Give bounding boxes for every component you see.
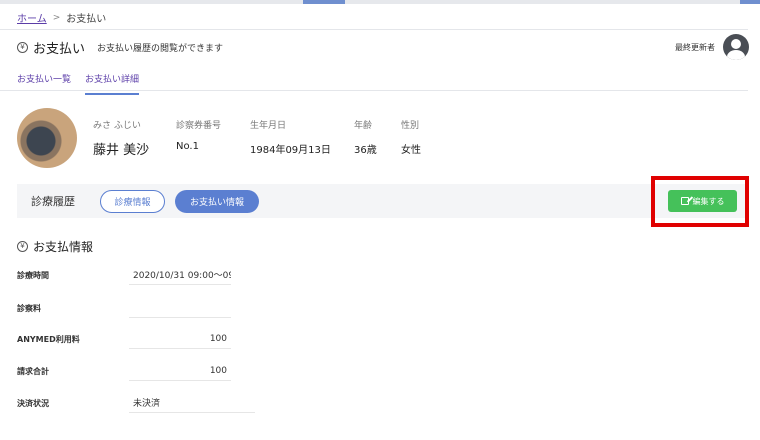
patient-name: 藤井 美沙	[93, 143, 150, 158]
field-label-time: 診療時間	[17, 270, 49, 280]
breadcrumb-current: お支払い	[66, 14, 107, 25]
tab-payment-info[interactable]: お支払い情報	[175, 190, 259, 213]
breadcrumb: ホーム > お支払い	[17, 10, 107, 26]
tabs: お支払い一覧 お支払い詳細	[17, 72, 140, 95]
age-label: 年齢	[354, 121, 373, 131]
field-row-total: 請求合計 100	[17, 361, 231, 381]
header-divider	[0, 29, 748, 30]
tab-medical-info[interactable]: 診療情報	[100, 190, 165, 213]
page-title: お支払い	[33, 42, 86, 57]
field-row-settlement: 決済状況 未決済	[17, 393, 255, 413]
birthdate-label: 生年月日	[250, 121, 287, 131]
field-value-settlement[interactable]: 未決済	[129, 393, 255, 413]
tab-payment-detail[interactable]: お支払い詳細	[85, 72, 140, 95]
top-bar	[0, 0, 760, 4]
tabs-divider	[0, 90, 748, 91]
breadcrumb-home-link[interactable]: ホーム	[17, 10, 47, 25]
patient-name-column: みさ ふじい 藤井 美沙	[93, 118, 176, 158]
field-label-total: 請求合計	[17, 366, 49, 376]
gender-column: 性別 女性	[401, 118, 441, 158]
history-title: 診療履歴	[31, 195, 75, 208]
gender-label: 性別	[401, 121, 420, 131]
age-column: 年齢 36歳	[354, 118, 401, 158]
yen-circle-icon: ¥	[17, 42, 28, 53]
field-row-anymed-fee: ANYMED利用料 100	[17, 329, 231, 349]
field-label-settlement: 決済状況	[17, 398, 49, 408]
yen-circle-icon: ¥	[17, 241, 28, 252]
page-header: ¥ お支払い お支払い履歴の閲覧ができます	[17, 38, 223, 57]
birthdate-column: 生年月日 1984年09月13日	[250, 118, 354, 158]
age-value: 36歳	[354, 145, 377, 156]
top-bar-accent	[303, 0, 345, 4]
gender-value: 女性	[401, 145, 421, 156]
field-row-exam-fee: 診察料	[17, 298, 231, 318]
chevron-right-icon: >	[52, 12, 61, 23]
updater-label: 最終更新者	[675, 42, 715, 52]
patient-photo	[17, 108, 77, 168]
card-number-value: No.1	[176, 141, 199, 152]
card-number-label: 診察券番号	[176, 121, 222, 131]
edit-button[interactable]: 編集する	[668, 190, 737, 212]
edit-icon	[680, 197, 689, 205]
top-bar-accent-right	[740, 0, 760, 4]
patient-kana: みさ ふじい	[93, 121, 141, 131]
field-label-anymed-fee: ANYMED利用料	[17, 334, 80, 344]
edit-button-label: 編集する	[692, 196, 725, 206]
history-bar: 診療履歴 診療情報 お支払い情報	[17, 184, 748, 218]
field-value-anymed-fee[interactable]: 100	[129, 329, 231, 349]
last-updater: 最終更新者	[675, 34, 749, 60]
field-value-exam-fee[interactable]	[129, 298, 231, 318]
user-avatar-icon[interactable]	[723, 34, 749, 60]
card-number-column: 診察券番号 No.1	[176, 118, 250, 158]
tab-payment-list[interactable]: お支払い一覧	[17, 72, 71, 95]
field-label-exam-fee: 診察料	[17, 303, 41, 313]
field-value-total[interactable]: 100	[129, 361, 231, 381]
field-row-time: 診療時間 2020/10/31 09:00〜09	[17, 265, 231, 285]
field-value-time[interactable]: 2020/10/31 09:00〜09	[129, 265, 231, 285]
payment-section-title: お支払情報	[33, 240, 94, 254]
patient-info: みさ ふじい 藤井 美沙 診察券番号 No.1 生年月日 1984年09月13日…	[93, 118, 441, 158]
birthdate-value: 1984年09月13日	[250, 145, 331, 156]
page-description: お支払い履歴の閲覧ができます	[97, 44, 224, 54]
payment-section-header: ¥ お支払情報	[17, 238, 93, 255]
